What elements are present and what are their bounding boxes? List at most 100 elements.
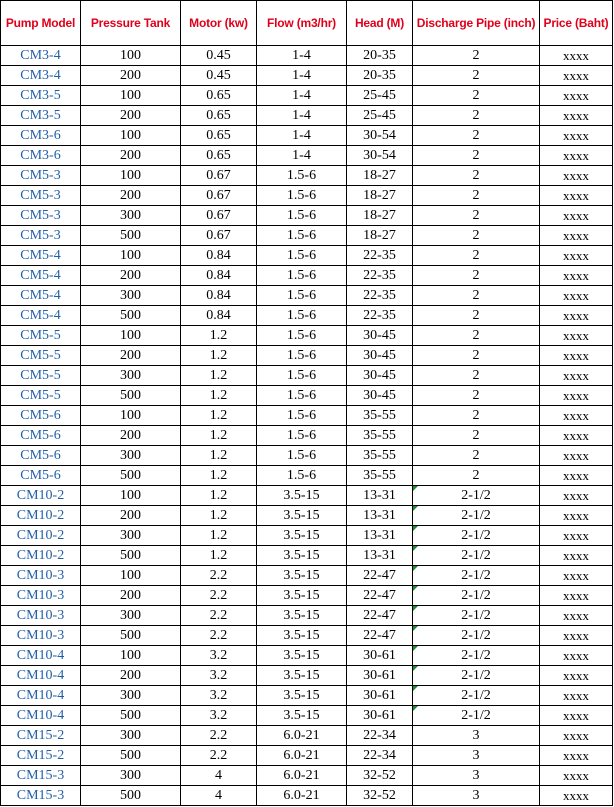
motor-cell: 0.67 <box>180 205 257 226</box>
price-cell: xxxx <box>539 745 613 766</box>
flow-cell: 3.5-15 <box>256 485 347 506</box>
table-row: CM3-4 100 0.45 1-4 20-35 2 xxxx <box>0 45 613 66</box>
head-cell: 32-52 <box>346 765 413 786</box>
motor-cell: 1.2 <box>180 485 257 506</box>
motor-cell: 0.67 <box>180 185 257 206</box>
pump-model-cell: CM10-3 <box>0 585 81 606</box>
flow-cell: 1-4 <box>256 105 347 126</box>
head-cell: 18-27 <box>346 165 413 186</box>
flow-cell: 1.5-6 <box>256 245 347 266</box>
discharge-pipe-cell: 3 <box>412 725 540 746</box>
motor-cell: 1.2 <box>180 365 257 386</box>
table-header: Pump Model Pressure Tank Motor (kw) Flow… <box>0 0 613 46</box>
motor-cell: 1.2 <box>180 405 257 426</box>
header-row: Pump Model Pressure Tank Motor (kw) Flow… <box>0 0 613 46</box>
table-row: CM5-3 100 0.67 1.5-6 18-27 2 xxxx <box>0 165 613 186</box>
pump-model-cell: CM5-5 <box>0 385 81 406</box>
discharge-pipe-cell: 2 <box>412 85 540 106</box>
pressure-tank-cell: 500 <box>80 465 181 486</box>
motor-cell: 0.65 <box>180 85 257 106</box>
pump-model-cell: CM10-3 <box>0 625 81 646</box>
pressure-tank-cell: 500 <box>80 705 181 726</box>
pump-model-cell: CM10-4 <box>0 645 81 666</box>
price-cell: xxxx <box>539 205 613 226</box>
table-body: CM3-4 100 0.45 1-4 20-35 2 xxxx CM3-4 200 0.45 1-4… <box>0 45 613 806</box>
pump-model-cell: CM5-4 <box>0 285 81 306</box>
pump-model-cell: CM5-3 <box>0 165 81 186</box>
discharge-pipe-cell: 2 <box>412 285 540 306</box>
discharge-pipe-cell: 2 <box>412 345 540 366</box>
pump-model-cell: CM3-6 <box>0 125 81 146</box>
discharge-pipe-cell: 2 <box>412 125 540 146</box>
table-row: CM15-3 500 4 6.0-21 32-52 3 xxxx <box>0 785 613 806</box>
pump-model-cell: CM5-4 <box>0 245 81 266</box>
flow-cell: 3.5-15 <box>256 565 347 586</box>
head-cell: 13-31 <box>346 485 413 506</box>
head-cell: 30-54 <box>346 125 413 146</box>
pump-model-cell: CM10-2 <box>0 485 81 506</box>
pressure-tank-cell: 200 <box>80 265 181 286</box>
pump-model-cell: CM3-6 <box>0 145 81 166</box>
discharge-pipe-cell: 2 <box>412 405 540 426</box>
flow-cell: 1.5-6 <box>256 365 347 386</box>
pump-model-cell: CM5-6 <box>0 445 81 466</box>
price-cell: xxxx <box>539 585 613 606</box>
motor-cell: 2.2 <box>180 585 257 606</box>
flow-cell: 3.5-15 <box>256 645 347 666</box>
head-cell: 35-55 <box>346 425 413 446</box>
discharge-pipe-cell: 2 <box>412 305 540 326</box>
flow-cell: 1.5-6 <box>256 345 347 366</box>
price-cell: xxxx <box>539 365 613 386</box>
pressure-tank-cell: 500 <box>80 745 181 766</box>
motor-cell: 3.2 <box>180 705 257 726</box>
flow-cell: 3.5-15 <box>256 505 347 526</box>
pump-model-cell: CM15-2 <box>0 725 81 746</box>
table-row: CM5-5 100 1.2 1.5-6 30-45 2 xxxx <box>0 325 613 346</box>
table-row: CM5-4 200 0.84 1.5-6 22-35 2 xxxx <box>0 265 613 286</box>
discharge-pipe-cell: 2-1/2 <box>412 625 540 646</box>
pump-model-cell: CM15-2 <box>0 745 81 766</box>
discharge-pipe-cell: 2 <box>412 325 540 346</box>
table-row: CM5-3 500 0.67 1.5-6 18-27 2 xxxx <box>0 225 613 246</box>
head-cell: 30-61 <box>346 685 413 706</box>
price-cell: xxxx <box>539 405 613 426</box>
pump-model-cell: CM5-6 <box>0 405 81 426</box>
price-cell: xxxx <box>539 165 613 186</box>
table-row: CM5-6 500 1.2 1.5-6 35-55 2 xxxx <box>0 465 613 486</box>
pressure-tank-cell: 100 <box>80 245 181 266</box>
table-row: CM5-6 100 1.2 1.5-6 35-55 2 xxxx <box>0 405 613 426</box>
pump-model-cell: CM15-3 <box>0 765 81 786</box>
pump-model-cell: CM10-2 <box>0 545 81 566</box>
pump-spec-table: Pump Model Pressure Tank Motor (kw) Flow… <box>0 0 613 806</box>
price-cell: xxxx <box>539 85 613 106</box>
price-cell: xxxx <box>539 145 613 166</box>
table-row: CM15-3 300 4 6.0-21 32-52 3 xxxx <box>0 765 613 786</box>
pump-model-cell: CM5-5 <box>0 365 81 386</box>
head-cell: 20-35 <box>346 65 413 86</box>
pressure-tank-cell: 200 <box>80 65 181 86</box>
price-cell: xxxx <box>539 185 613 206</box>
pump-model-cell: CM5-6 <box>0 465 81 486</box>
motor-cell: 1.2 <box>180 345 257 366</box>
head-cell: 35-55 <box>346 465 413 486</box>
table-row: CM10-4 100 3.2 3.5-15 30-61 2-1/2 xxxx <box>0 645 613 666</box>
head-cell: 22-34 <box>346 725 413 746</box>
flow-cell: 1.5-6 <box>256 285 347 306</box>
head-cell: 30-45 <box>346 365 413 386</box>
motor-cell: 0.67 <box>180 165 257 186</box>
discharge-pipe-cell: 2 <box>412 165 540 186</box>
flow-cell: 6.0-21 <box>256 785 347 806</box>
head-cell: 30-54 <box>346 145 413 166</box>
flow-cell: 1.5-6 <box>256 305 347 326</box>
flow-cell: 1-4 <box>256 65 347 86</box>
price-cell: xxxx <box>539 485 613 506</box>
price-cell: xxxx <box>539 525 613 546</box>
head-cell: 30-61 <box>346 705 413 726</box>
price-cell: xxxx <box>539 345 613 366</box>
table-row: CM3-6 100 0.65 1-4 30-54 2 xxxx <box>0 125 613 146</box>
header-discharge-pipe: Discharge Pipe (inch) <box>412 0 540 46</box>
head-cell: 22-34 <box>346 745 413 766</box>
pump-model-cell: CM10-2 <box>0 505 81 526</box>
head-cell: 22-47 <box>346 565 413 586</box>
table-row: CM10-4 300 3.2 3.5-15 30-61 2-1/2 xxxx <box>0 685 613 706</box>
